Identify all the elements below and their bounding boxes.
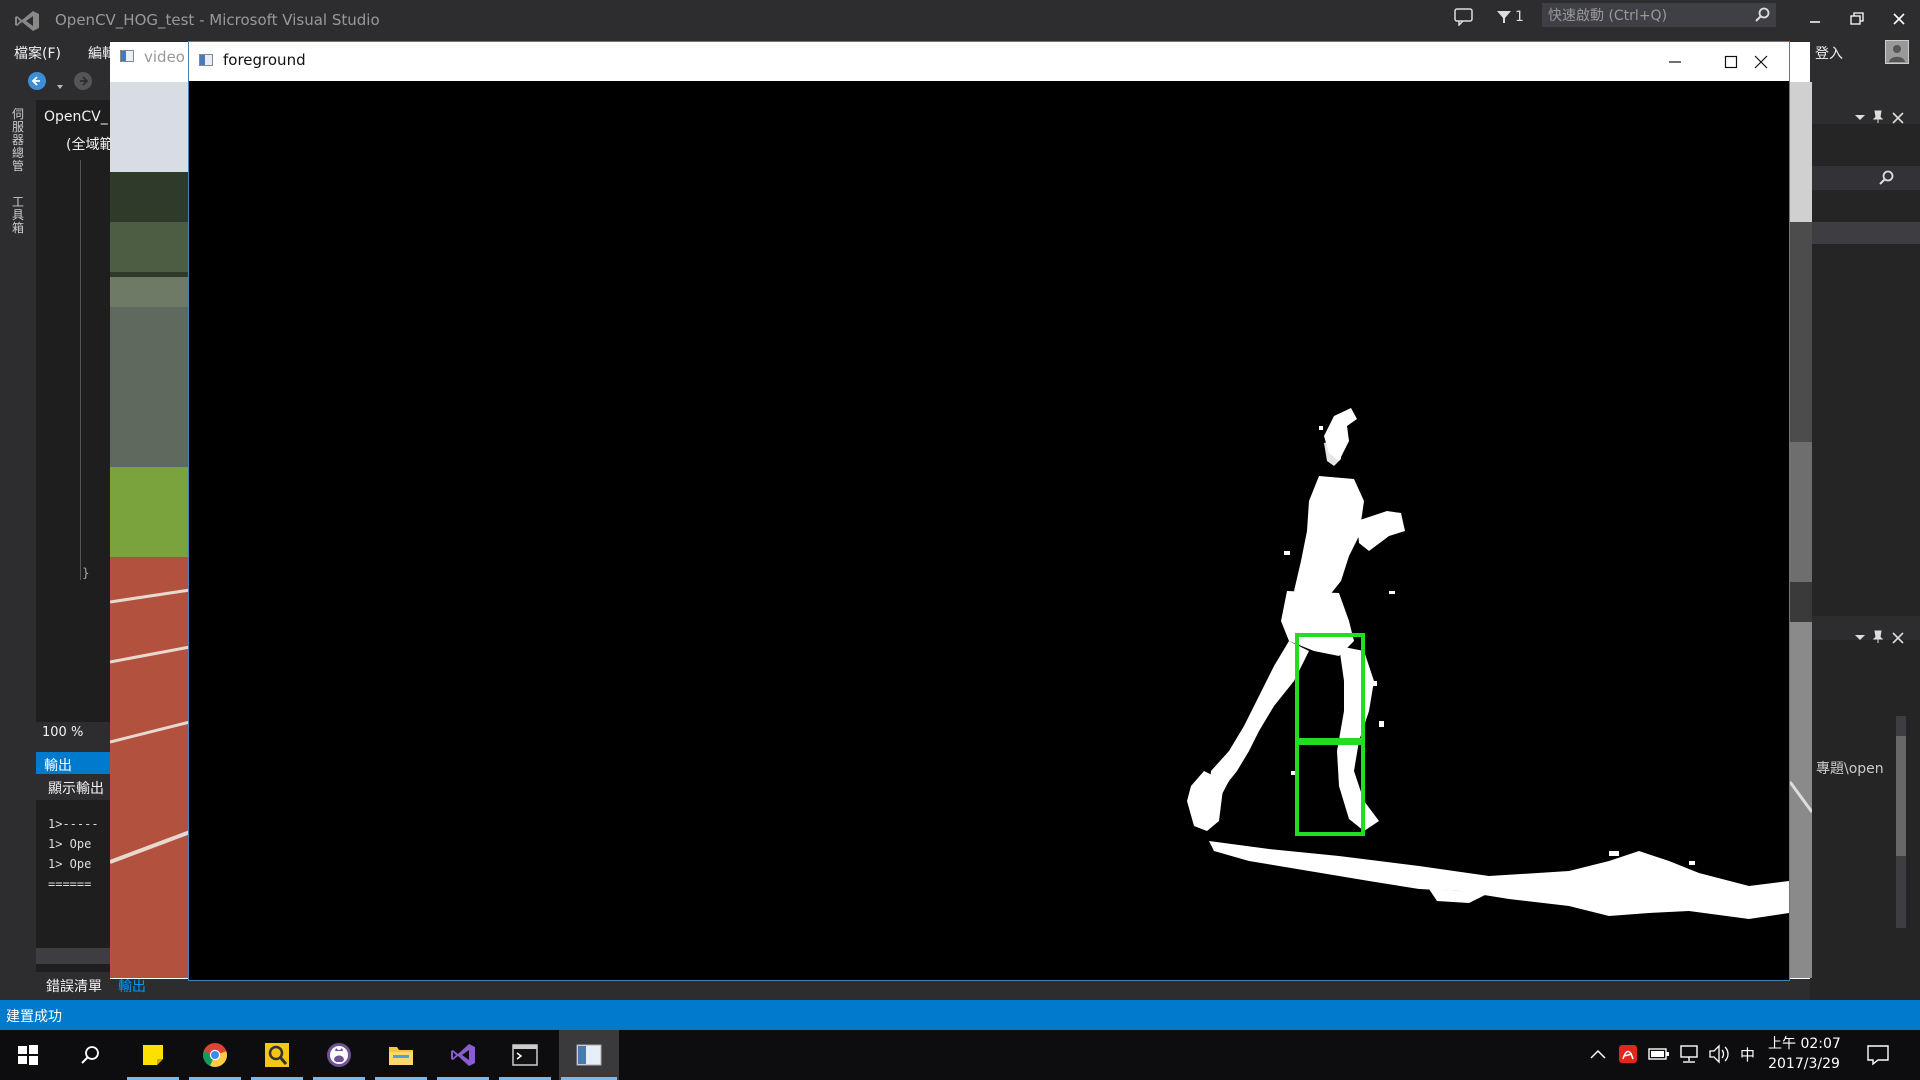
windows-taskbar: 中 上午 02:07 2017/3/29	[0, 1030, 1920, 1080]
notifications-button[interactable]: 1	[1496, 6, 1524, 28]
panel-search-box[interactable]	[1810, 166, 1920, 190]
chrome-icon	[203, 1043, 227, 1067]
feedback-icon[interactable]	[1454, 8, 1474, 27]
quick-launch-input[interactable]: 快速啟動 (Ctrl+Q)	[1542, 3, 1776, 27]
navigate-back-icon[interactable]	[28, 72, 46, 90]
foreground-window-title: foreground	[223, 51, 306, 69]
folder-icon	[389, 1047, 413, 1065]
close-button[interactable]	[1888, 8, 1910, 30]
clock-time: 上午 02:07	[1768, 1036, 1841, 1052]
right-tool-panel: 專題\open	[1810, 100, 1920, 1000]
horizontal-scrollbar[interactable]	[36, 948, 110, 964]
restore-button[interactable]	[1846, 8, 1868, 30]
fg-minimize-button[interactable]	[1647, 42, 1703, 81]
chevron-up-icon[interactable]	[1590, 1048, 1606, 1060]
closing-brace: }	[82, 566, 90, 580]
taskbar-console[interactable]	[497, 1030, 553, 1080]
output-panel: 顯示輸出 1>----- 1> Ope 1> Ope ======	[36, 774, 110, 974]
window-title: OpenCV_HOG_test - Microsoft Visual Studi…	[55, 11, 380, 29]
code-guide-line	[80, 160, 81, 580]
search-icon	[1755, 7, 1770, 22]
start-button[interactable]	[0, 1030, 56, 1080]
terminal-icon	[512, 1044, 538, 1066]
video-frame-right-strip	[1790, 82, 1812, 978]
volume-icon[interactable]	[1708, 1044, 1730, 1064]
git-client-icon	[265, 1043, 289, 1067]
taskbar-sourcetree[interactable]	[249, 1030, 305, 1080]
sign-in-link[interactable]: 登入	[1815, 43, 1843, 63]
foreground-mask-canvas	[189, 81, 1789, 980]
left-tool-strip: 伺服器總管 工具箱	[0, 100, 36, 1000]
account-avatar-icon[interactable]	[1885, 40, 1909, 64]
taskbar-visual-studio[interactable]	[435, 1030, 491, 1080]
search-icon	[81, 1046, 99, 1064]
output-line: 1>-----	[48, 817, 99, 831]
taskbar-file-explorer[interactable]	[373, 1030, 429, 1080]
video-frame-left-strip	[110, 82, 190, 978]
zoom-level[interactable]: 100 %	[42, 725, 83, 740]
navigate-forward-icon[interactable]	[74, 72, 92, 90]
video-window-title: video	[144, 48, 185, 66]
status-bar: 建置成功	[0, 1000, 1920, 1030]
vertical-scrollbar[interactable]	[1896, 716, 1906, 928]
opencv-window-icon	[199, 54, 213, 66]
opencv-window-icon	[120, 50, 134, 62]
toolbox-tab[interactable]: 工具箱	[12, 196, 26, 235]
notifications-count: 1	[1515, 9, 1524, 25]
chevron-down-icon[interactable]	[56, 76, 64, 89]
github-icon	[327, 1043, 351, 1067]
search-button[interactable]	[62, 1030, 118, 1080]
battery-icon[interactable]	[1648, 1046, 1670, 1062]
show-output-from-label: 顯示輸出	[48, 781, 104, 797]
foreground-titlebar[interactable]: foreground	[189, 42, 1789, 81]
zoom-bar: 100 %	[36, 722, 110, 744]
search-icon[interactable]	[1878, 170, 1894, 186]
opencv-window-icon	[576, 1044, 602, 1066]
action-center-icon[interactable]	[1866, 1044, 1890, 1066]
menu-file[interactable]: 檔案(F)	[14, 43, 61, 63]
output-tab-label[interactable]: 輸出	[44, 755, 72, 775]
pin-icon[interactable]	[1872, 110, 1884, 124]
panel-dropdown-icon[interactable]	[1854, 114, 1866, 122]
properties-path: 專題\open	[1816, 761, 1884, 777]
vs-titlebar: OpenCV_HOG_test - Microsoft Visual Studi…	[0, 0, 1920, 40]
fg-close-button[interactable]	[1733, 42, 1789, 81]
output-line: 1> Ope	[48, 837, 92, 851]
foreground-window[interactable]: foreground	[188, 41, 1790, 981]
output-text: 1>----- 1> Ope 1> Ope ======	[48, 814, 99, 894]
pin-icon[interactable]	[1872, 630, 1884, 644]
output-line: ======	[48, 877, 92, 891]
clock-date: 2017/3/29	[1768, 1056, 1840, 1072]
taskbar-chrome[interactable]	[187, 1030, 243, 1080]
error-list-tab[interactable]: 錯誤清單	[46, 976, 102, 996]
visual-studio-icon	[451, 1044, 475, 1066]
network-icon[interactable]	[1678, 1044, 1700, 1064]
output-panel-header: 輸出	[36, 752, 110, 774]
panel-close-icon[interactable]	[1892, 112, 1904, 124]
server-explorer-tab[interactable]: 伺服器總管	[12, 108, 26, 173]
sticky-notes-icon	[143, 1045, 163, 1065]
taskbar-sticky-notes[interactable]	[125, 1030, 181, 1080]
code-editor: OpenCV_ (全域範 } 100 %	[36, 100, 113, 744]
visual-studio-logo-icon	[15, 11, 39, 31]
panel-close-icon[interactable]	[1892, 632, 1904, 644]
project-dropdown[interactable]: OpenCV_	[44, 109, 108, 125]
panel-selected-row[interactable]	[1810, 222, 1920, 244]
acrobat-tray-icon[interactable]	[1618, 1044, 1638, 1064]
minimize-button[interactable]	[1804, 8, 1826, 30]
clock[interactable]: 上午 02:07 2017/3/29	[1768, 1034, 1841, 1074]
windows-start-icon	[18, 1045, 38, 1065]
runner-silhouette	[1187, 408, 1789, 919]
status-text: 建置成功	[6, 1009, 62, 1025]
output-bottom-tab[interactable]: 輸出	[118, 976, 146, 996]
taskbar-github-desktop[interactable]	[311, 1030, 367, 1080]
ime-indicator[interactable]: 中	[1740, 1044, 1755, 1065]
quick-launch-placeholder: 快速啟動 (Ctrl+Q)	[1548, 8, 1668, 24]
panel-dropdown-icon[interactable]	[1854, 634, 1866, 642]
taskbar-opencv-window[interactable]	[559, 1030, 619, 1080]
scope-dropdown[interactable]: (全域範	[66, 134, 113, 154]
filter-icon	[1497, 11, 1511, 23]
output-line: 1> Ope	[48, 857, 92, 871]
